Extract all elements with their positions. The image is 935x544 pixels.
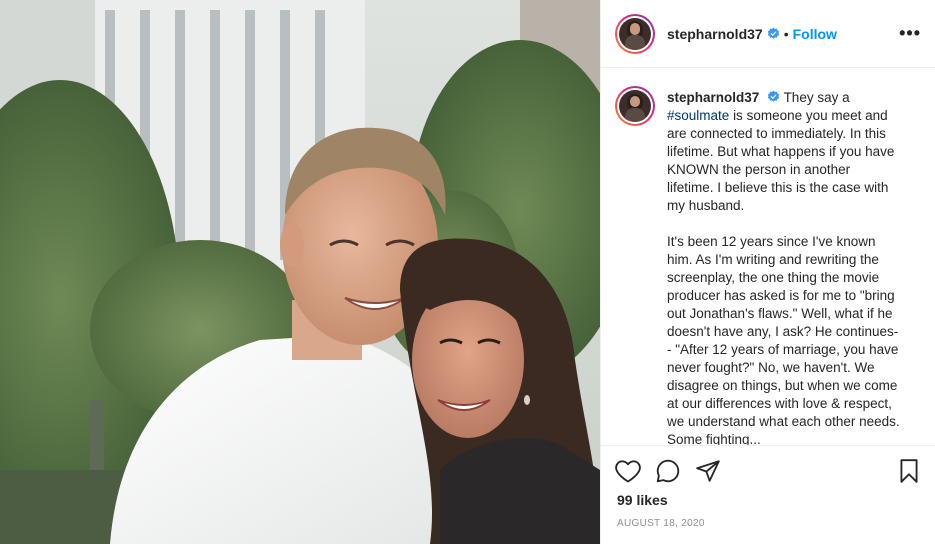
caption-author-avatar[interactable] — [615, 86, 655, 126]
caption-line: screenplay, the one thing the movie — [667, 270, 880, 285]
caption-line: - "After 12 years of marriage, you have — [667, 342, 899, 357]
caption-line: we understand what each other needs. — [667, 414, 900, 429]
caption-line: disagree on things, but when we come — [667, 378, 898, 393]
caption-line: never fought?" No, we haven't. We — [667, 360, 875, 375]
caption-line: out Jonathan's flaws." Well, what if he — [667, 306, 893, 321]
caption-line: KNOWN the person in another — [667, 162, 851, 177]
caption-line: lifetime. But what happens if you have — [667, 144, 895, 159]
post-date[interactable]: AUGUST 18, 2020 — [601, 518, 935, 529]
comment-icon[interactable] — [655, 458, 681, 484]
author-avatar[interactable] — [615, 13, 655, 54]
post-photo[interactable] — [0, 0, 600, 544]
caption-line: him. As I'm writing and rewriting the — [667, 252, 879, 267]
caption-row: stepharnold37 They say a #soulmate is so… — [615, 86, 920, 445]
caption-text: stepharnold37 They say a #soulmate is so… — [667, 89, 920, 445]
caption-username[interactable]: stepharnold37 — [667, 90, 759, 105]
author-username[interactable]: stepharnold37 — [667, 26, 763, 42]
caption-line: are connected to immediately. In this — [667, 126, 886, 141]
paper-plane-icon[interactable] — [695, 458, 721, 484]
instagram-post-modal: stepharnold37 • Follow ••• stepharnold37 — [0, 0, 935, 544]
comments-section[interactable]: stepharnold37 They say a #soulmate is so… — [601, 69, 935, 445]
verified-badge-icon — [767, 90, 780, 102]
caption-intro: They say a — [783, 90, 850, 105]
heart-icon[interactable] — [615, 458, 641, 484]
caption-line: It's been 12 years since I've known — [667, 234, 876, 249]
post-header: stepharnold37 • Follow ••• — [601, 0, 935, 68]
couple-photo-illustration — [0, 0, 600, 544]
action-icons-row — [601, 446, 935, 496]
post-side-panel: stepharnold37 • Follow ••• stepharnold37 — [600, 0, 935, 544]
follow-button[interactable]: Follow — [793, 26, 837, 42]
header-separator: • — [783, 25, 789, 42]
caption-line: at our differences with love & respect, — [667, 396, 892, 411]
hashtag-link[interactable]: #soulmate — [667, 108, 729, 123]
caption-line: Some fighting... — [667, 432, 761, 445]
verified-badge-icon — [767, 27, 779, 39]
post-actions: 99 likes AUGUST 18, 2020 — [601, 445, 935, 544]
caption-line: producer has asked is for me to "bring — [667, 288, 895, 303]
caption-line: is someone you meet and — [733, 108, 888, 123]
more-options-icon[interactable]: ••• — [899, 23, 921, 44]
bookmark-icon[interactable] — [896, 458, 922, 484]
caption-line: doesn't have any, I ask? He continues- — [667, 324, 899, 339]
caption-line: lifetime. I believe this is the case wit… — [667, 180, 889, 195]
likes-count[interactable]: 99 likes — [601, 492, 935, 508]
caption-line: my husband. — [667, 198, 745, 213]
